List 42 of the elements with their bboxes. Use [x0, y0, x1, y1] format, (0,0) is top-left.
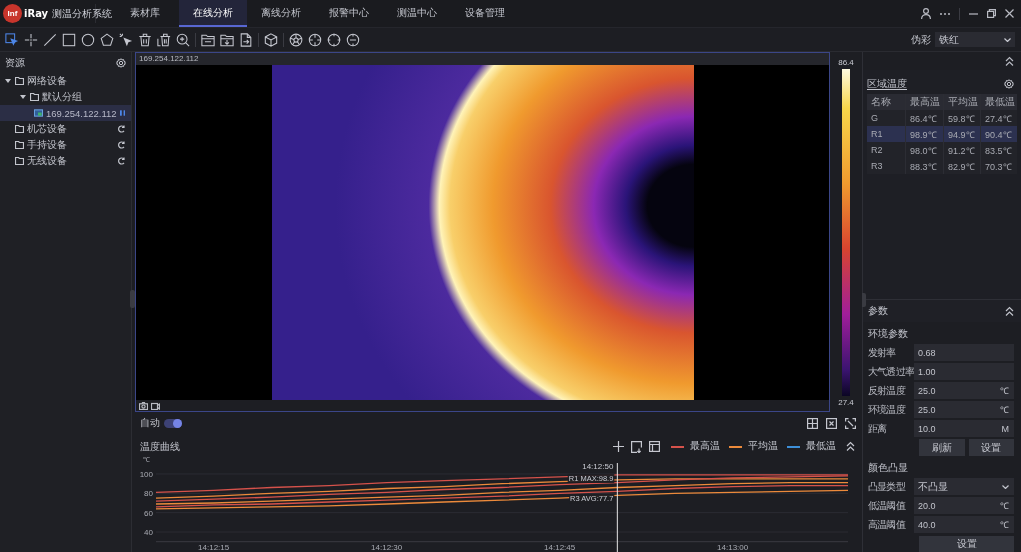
field-label: 高温阈值	[868, 517, 907, 532]
field-label: 低温阈值	[868, 498, 907, 513]
app-name: 测温分析系统	[52, 6, 113, 21]
legend-label: 最高温	[690, 440, 720, 453]
chart-title: 温度曲线	[140, 439, 180, 454]
auto-label: 自动	[140, 416, 160, 430]
subsection-title: 颜色凸显	[867, 461, 909, 475]
scale-min-label: 27.4	[838, 398, 854, 407]
x-tick-label: 14:13:00	[717, 543, 749, 552]
table-cell: 88.3℃	[905, 158, 943, 174]
subsection-title: 环境参数	[867, 327, 909, 341]
table-cell-text: R3	[870, 160, 884, 173]
x-tick-label: 14:12:15	[198, 543, 230, 552]
table-cell-text: R1	[870, 128, 884, 141]
table-cell: 82.9℃	[943, 158, 980, 174]
x-tick-label: 14:12:30	[371, 543, 403, 552]
section-title: 参数	[868, 304, 888, 318]
logo-text: iRay	[24, 8, 49, 19]
y-tick-label: 80	[144, 489, 153, 499]
video-title: 169.254.122.112	[136, 53, 829, 65]
y-tick-label: 60	[144, 508, 153, 518]
column-header: 名称	[870, 95, 892, 109]
logo-mark: Inf	[3, 4, 22, 23]
section-title: 区域温度	[867, 77, 907, 91]
field-label: 发射率	[868, 345, 897, 360]
table-cell-text: R2	[870, 144, 884, 157]
x-tick-label: 14:12:45	[544, 543, 576, 552]
legend-label: 平均温	[748, 440, 778, 453]
cursor-time-label: 14:12:50	[582, 462, 614, 471]
field-label: 大气透过率	[868, 364, 914, 379]
y-tick-label: 100	[139, 470, 153, 479]
palette-label: 伪彩	[911, 32, 931, 47]
field-label: 环境温度	[868, 402, 907, 417]
field-label: 距离	[868, 421, 888, 436]
scale-max-label: 86.4	[838, 58, 854, 67]
table-cell: 70.3℃	[980, 158, 1017, 174]
panel-title: 资源	[5, 55, 25, 70]
field-label: 凸显类型	[868, 479, 907, 494]
field-label: 反射温度	[868, 383, 907, 398]
table-cell-text: G	[870, 112, 879, 125]
y-tick-label: 40	[144, 528, 153, 538]
legend-label: 最低温	[806, 440, 836, 453]
